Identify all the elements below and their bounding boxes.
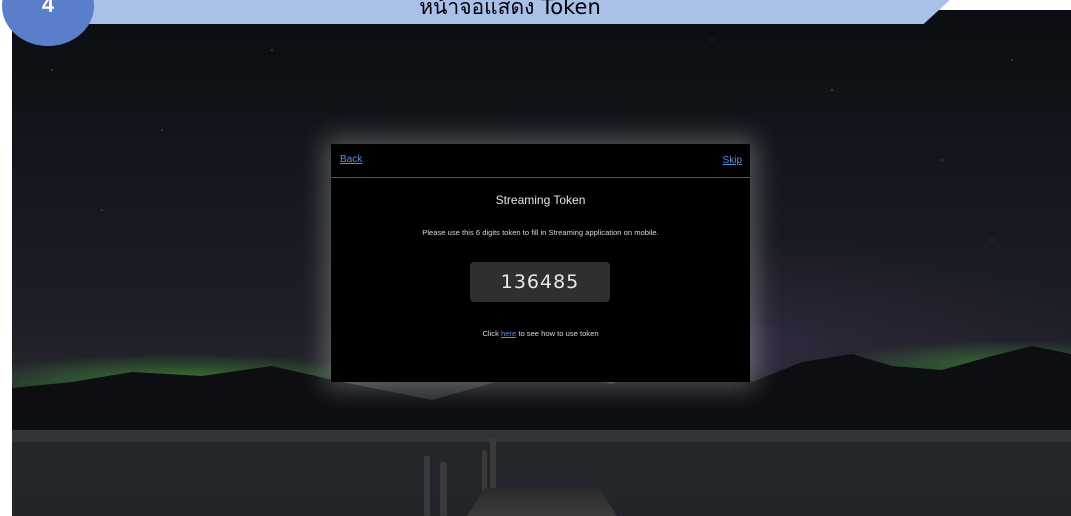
help-suffix: to see how to use token	[516, 329, 599, 338]
dock	[467, 488, 617, 516]
dialog-header: Back Skip	[331, 144, 750, 178]
dialog-title: Streaming Token	[495, 193, 586, 207]
skip-link[interactable]: Skip	[723, 155, 742, 166]
help-link[interactable]: here	[501, 329, 516, 338]
dialog-description: Please use this 6 digits token to fill i…	[422, 228, 659, 237]
pier-post	[424, 456, 430, 516]
back-link[interactable]: Back	[340, 154, 362, 165]
step-title: หน้าจอแสดง Token	[419, 0, 601, 19]
step-number: 4	[41, 0, 55, 17]
page-edge	[930, 0, 1071, 4]
help-text: Click here to see how to use token	[331, 329, 750, 338]
help-prefix: Click	[482, 329, 502, 338]
token-display: 136485	[470, 262, 610, 302]
streaming-token-dialog: Back Skip Streaming Token Please use thi…	[331, 144, 750, 382]
pier-post	[440, 462, 447, 516]
